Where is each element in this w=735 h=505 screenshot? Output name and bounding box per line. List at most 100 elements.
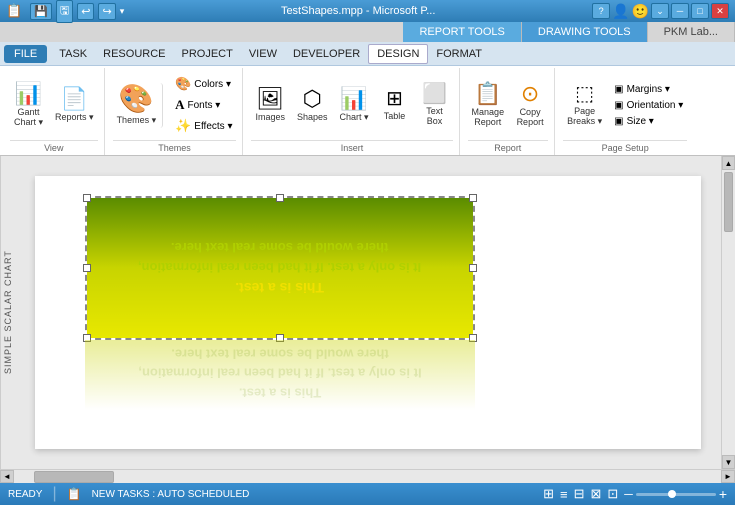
scroll-left-btn[interactable]: ◄: [0, 470, 14, 483]
status-icon-network[interactable]: ⊠: [590, 486, 601, 502]
status-icon-list[interactable]: ≡: [560, 487, 568, 502]
fonts-icon: A: [175, 97, 184, 113]
themes-btn[interactable]: 🎨 Themes ▾: [113, 83, 164, 128]
scroll-track-vertical[interactable]: [722, 170, 735, 455]
size-btn[interactable]: ▣ Size ▾: [610, 114, 687, 129]
design-menu[interactable]: DESIGN: [368, 44, 428, 64]
status-icon-grid[interactable]: ⊞: [543, 486, 554, 502]
scroll-thumb-vertical[interactable]: [724, 172, 733, 232]
scroll-right-btn[interactable]: ►: [721, 470, 735, 483]
zoom-thumb[interactable]: [668, 490, 676, 498]
page-breaks-btn[interactable]: ⬚ PageBreaks ▾: [563, 82, 606, 129]
view-group-label: View: [10, 140, 98, 153]
chart-btn[interactable]: 📊 Chart ▾: [336, 86, 373, 125]
manage-report-btn[interactable]: 📋 ManageReport: [468, 81, 509, 129]
handle-top-left[interactable]: [83, 194, 91, 202]
manage-report-icon: 📋: [474, 83, 501, 105]
orientation-label: Orientation ▾: [627, 100, 684, 111]
table-label: Table: [384, 111, 406, 121]
handle-middle-right[interactable]: [469, 264, 477, 272]
handle-middle-left[interactable]: [83, 264, 91, 272]
status-bar-right: ⊞ ≡ ⊟ ⊠ ⊡ ─ +: [543, 486, 727, 502]
save-icon[interactable]: 💾: [30, 3, 52, 20]
ribbon-group-report: 📋 ManageReport ⊙ CopyReport Report: [462, 68, 556, 155]
copy-report-btn[interactable]: ⊙ CopyReport: [512, 81, 548, 129]
shapes-btn[interactable]: ⬡ Shapes: [293, 86, 332, 124]
ribbon-group-themes: 🎨 Themes ▾ 🎨 Colors ▾ A Fonts ▾ ✨ Effect…: [107, 68, 244, 155]
handle-top-right[interactable]: [469, 194, 477, 202]
shapes-icon: ⬡: [303, 88, 322, 110]
table-btn[interactable]: ⊞ Table: [377, 87, 413, 123]
h-scroll-track[interactable]: [14, 470, 721, 483]
status-icon-gantt[interactable]: ⊟: [574, 486, 585, 502]
tab-drawing-tools[interactable]: DRAWING TOOLS: [522, 22, 648, 42]
format-menu[interactable]: FORMAT: [428, 45, 490, 63]
reports-icon: 📄: [61, 88, 88, 110]
chart-label: Chart ▾: [340, 112, 369, 123]
view-menu[interactable]: VIEW: [241, 45, 285, 63]
text-reflection-content: This is a test. It is only a test. If it…: [85, 340, 475, 407]
zoom-slider[interactable]: ─ +: [624, 486, 727, 502]
copy-report-icon: ⊙: [521, 83, 539, 105]
tab-report-tools[interactable]: REPORT TOOLS: [403, 22, 521, 42]
fonts-label: Fonts ▾: [187, 100, 220, 111]
page-breaks-icon: ⬚: [575, 84, 594, 104]
reports-btn[interactable]: 📄 Reports ▾: [51, 86, 98, 125]
report-group-label: Report: [468, 140, 549, 153]
gantt-chart-btn[interactable]: 📊 GanttChart ▾: [10, 81, 47, 130]
ribbon-group-view: 📊 GanttChart ▾ 📄 Reports ▾ View: [4, 68, 105, 155]
close-btn[interactable]: ✕: [711, 3, 729, 19]
reflection-line1: This is a test.: [239, 386, 321, 401]
effects-btn[interactable]: ✨ Effects ▾: [171, 116, 236, 136]
app-icon: 📋: [6, 3, 22, 19]
canvas-area[interactable]: This is a test. It is only a test. If it…: [15, 156, 721, 469]
file-menu[interactable]: FILE: [4, 45, 47, 63]
margins-btn[interactable]: ▣ Margins ▾: [610, 82, 687, 97]
main-area: SIMPLE SCALAR CHART: [0, 156, 735, 469]
scroll-down-btn[interactable]: ▼: [722, 455, 735, 469]
fonts-btn[interactable]: A Fonts ▾: [171, 95, 236, 115]
developer-menu[interactable]: DEVELOPER: [285, 45, 368, 63]
text-box-selected[interactable]: This is a test. It is only a test. If it…: [85, 196, 475, 340]
h-scroll-thumb[interactable]: [34, 471, 114, 483]
orientation-btn[interactable]: ▣ Orientation ▾: [610, 98, 687, 113]
status-icon-calendar[interactable]: ⊡: [607, 486, 618, 502]
white-page: This is a test. It is only a test. If it…: [35, 176, 701, 449]
vertical-scrollbar[interactable]: ▲ ▼: [721, 156, 735, 469]
chart-icon: 📊: [340, 88, 367, 110]
handle-top-middle[interactable]: [276, 194, 284, 202]
reflection-line3: there would be some real text here.: [171, 347, 388, 362]
ribbon-toggle-icon[interactable]: ⌄: [651, 3, 669, 19]
ribbon-report-items: 📋 ManageReport ⊙ CopyReport: [468, 70, 549, 140]
text-box-label: TextBox: [426, 106, 443, 126]
horizontal-scrollbar[interactable]: ◄ ►: [0, 469, 735, 483]
project-menu[interactable]: PROJECT: [174, 45, 241, 63]
help-icon[interactable]: ?: [592, 3, 610, 19]
colors-icon: 🎨: [175, 76, 191, 92]
gantt-chart-label: GanttChart ▾: [14, 107, 43, 128]
menu-bar: FILE TASK RESOURCE PROJECT VIEW DEVELOPE…: [0, 42, 735, 66]
reports-label: Reports ▾: [55, 112, 94, 123]
scroll-up-btn[interactable]: ▲: [722, 156, 735, 170]
user-icon[interactable]: 👤: [612, 3, 629, 20]
colors-btn[interactable]: 🎨 Colors ▾: [171, 74, 236, 94]
zoom-minus[interactable]: ─: [624, 487, 633, 501]
redo-icon[interactable]: ↪: [98, 3, 115, 20]
tab-pkm[interactable]: PKM Lab...: [648, 22, 735, 42]
text-box-container[interactable]: This is a test. It is only a test. If it…: [85, 196, 475, 410]
undo-icon[interactable]: ↩: [77, 3, 94, 20]
text-box-btn[interactable]: ⬜ TextBox: [417, 82, 453, 128]
pkm-label: PKM Lab...: [664, 26, 718, 38]
minimize-btn[interactable]: ─: [671, 3, 689, 19]
resource-menu[interactable]: RESOURCE: [95, 45, 173, 63]
zoom-plus[interactable]: +: [719, 486, 727, 502]
images-btn[interactable]: 🖼 Images: [251, 86, 289, 124]
task-menu[interactable]: TASK: [51, 45, 95, 63]
report-tools-label: REPORT TOOLS: [419, 26, 504, 38]
restore-btn[interactable]: □: [691, 3, 709, 19]
images-label: Images: [255, 112, 285, 122]
smiley-icon[interactable]: 🙂: [632, 3, 649, 20]
zoom-track[interactable]: [636, 493, 716, 496]
quick-save-icon[interactable]: 🖫: [56, 0, 73, 23]
size-label: Size ▾: [627, 116, 654, 127]
